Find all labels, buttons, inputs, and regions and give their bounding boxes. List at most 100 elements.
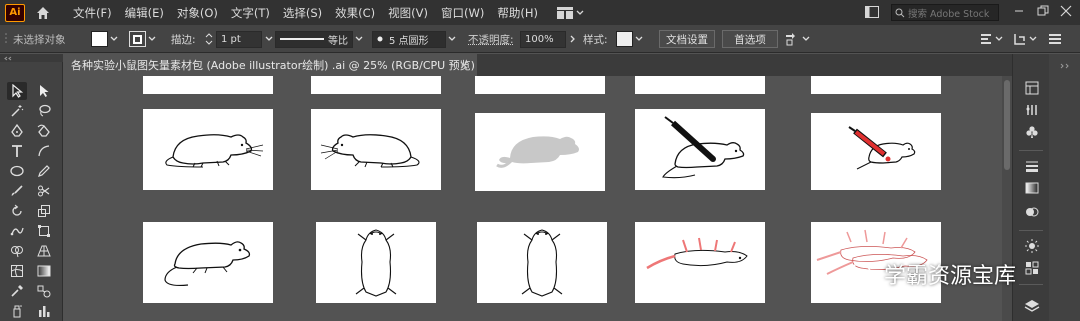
artboard-partial[interactable]	[811, 76, 941, 94]
scale-icon	[38, 205, 50, 217]
align-icon[interactable]	[980, 33, 992, 45]
puppet-warp-tool[interactable]	[7, 222, 27, 240]
eyedropper-icon	[11, 285, 23, 297]
workspace-switcher[interactable]	[556, 6, 584, 19]
menu-effect[interactable]: 效果(C)	[335, 5, 375, 21]
artboard[interactable]	[635, 222, 765, 303]
menu-object[interactable]: 对象(O)	[177, 5, 218, 21]
menu-help[interactable]: 帮助(H)	[497, 5, 538, 21]
symbols-panel-button[interactable]	[1023, 124, 1041, 140]
layers-panel-button[interactable]	[1023, 298, 1041, 314]
search-input[interactable]: 搜索 Adobe Stock	[891, 4, 999, 21]
document-setup-button[interactable]: 文档设置	[659, 30, 715, 48]
blob-brush-tool[interactable]	[7, 182, 27, 200]
stroke-color-dropdown[interactable]	[146, 31, 157, 47]
pen-tool[interactable]	[7, 122, 27, 140]
artboard[interactable]	[143, 222, 273, 303]
menu-select[interactable]: 选择(S)	[283, 5, 322, 21]
libraries-panel-button[interactable]	[1023, 80, 1041, 96]
arrange-documents[interactable]	[785, 25, 810, 53]
artboard[interactable]	[811, 113, 941, 190]
fill-dropdown[interactable]	[108, 31, 119, 47]
gradient-panel-button[interactable]	[1023, 180, 1041, 196]
home-icon[interactable]	[35, 5, 51, 21]
eyedropper-tool[interactable]	[7, 282, 27, 300]
brush-definition[interactable]: 5 点圆形	[372, 30, 446, 48]
preferences-button[interactable]: 首选项	[722, 30, 778, 48]
arc-icon	[38, 145, 50, 157]
column-graph-tool[interactable]	[34, 302, 54, 320]
artboard[interactable]	[311, 109, 441, 190]
panel-menu-icon[interactable]	[1048, 32, 1062, 46]
profile-label: 等比	[328, 35, 348, 47]
artboard-partial[interactable]	[475, 76, 605, 94]
artboard[interactable]	[635, 109, 765, 190]
artboard-partial[interactable]	[143, 76, 273, 94]
stroke-panel-button[interactable]	[1023, 158, 1041, 174]
profile-dropdown[interactable]	[353, 31, 364, 47]
variable-width-profile[interactable]: 等比	[275, 30, 353, 48]
ellipse-tool[interactable]	[7, 162, 27, 180]
gradient-tool[interactable]	[34, 262, 54, 280]
pencil-tool[interactable]	[34, 162, 54, 180]
menu-type[interactable]: 文字(T)	[231, 5, 270, 21]
brushes-panel-button[interactable]	[1023, 102, 1041, 118]
stroke-weight-field[interactable]: 1 pt	[216, 30, 262, 48]
magic-wand-tool[interactable]	[7, 102, 27, 120]
sun-icon	[1025, 239, 1039, 253]
separator	[1019, 230, 1043, 231]
artboard[interactable]	[475, 113, 605, 191]
rotate-icon	[12, 204, 22, 216]
panel-toggle-icon[interactable]	[865, 6, 879, 18]
stroke-weight-dropdown[interactable]	[262, 31, 275, 47]
shape-builder-tool[interactable]	[7, 242, 27, 260]
rotate-tool[interactable]	[7, 202, 27, 220]
document-tab[interactable]: 各种实验小鼠图矢量素材包 (Adobe illustrator绘制) .ai @…	[63, 54, 477, 76]
brush-dropdown[interactable]	[446, 31, 457, 47]
transparency-panel-button[interactable]	[1023, 204, 1041, 220]
lasso-tool[interactable]	[34, 102, 54, 120]
blend-tool[interactable]	[34, 282, 54, 300]
graphic-style-swatch[interactable]	[616, 31, 633, 47]
close-window-icon[interactable]	[1060, 5, 1072, 17]
scrollbar-thumb[interactable]	[1004, 80, 1010, 170]
free-transform-tool[interactable]	[34, 222, 54, 240]
menu-file[interactable]: 文件(F)	[73, 5, 112, 21]
opacity-arrow[interactable]	[566, 31, 580, 47]
artboard-partial[interactable]	[635, 76, 765, 94]
restore-icon[interactable]	[1037, 5, 1049, 17]
graphic-style-dropdown[interactable]	[633, 31, 644, 47]
curvature-tool[interactable]	[34, 122, 54, 140]
minimize-icon[interactable]	[1014, 6, 1024, 16]
direct-selection-tool[interactable]	[34, 82, 54, 100]
symbol-sprayer-tool[interactable]	[7, 302, 27, 320]
fill-swatch[interactable]	[91, 31, 108, 47]
mesh-tool[interactable]	[7, 262, 27, 280]
column-graph-icon	[39, 306, 50, 317]
artboard[interactable]	[143, 109, 273, 190]
collapse-panel-icon[interactable]	[4, 56, 24, 61]
menu-view[interactable]: 视图(V)	[388, 5, 428, 21]
selection-tool[interactable]	[7, 82, 27, 100]
perspective-grid-tool[interactable]	[34, 242, 54, 260]
transform-icon[interactable]	[1013, 32, 1027, 46]
menu-edit[interactable]: 编辑(E)	[125, 5, 164, 21]
artboard[interactable]	[477, 222, 607, 303]
graphic-styles-panel-button[interactable]	[1023, 260, 1041, 276]
line-segment-tool[interactable]	[34, 142, 54, 160]
scale-tool[interactable]	[34, 202, 54, 220]
scissors-tool[interactable]	[34, 182, 54, 200]
expand-panels-button[interactable]	[1057, 58, 1075, 74]
menu-window[interactable]: 窗口(W)	[441, 5, 484, 21]
type-tool[interactable]	[7, 142, 27, 160]
stroke-swatch[interactable]	[129, 31, 146, 47]
opacity-label[interactable]: 不透明度:	[468, 25, 514, 53]
stroke-weight-stepper[interactable]	[204, 31, 214, 47]
opacity-field[interactable]: 100%	[520, 30, 566, 48]
chevron-down-icon	[148, 36, 155, 41]
artboard[interactable]	[316, 222, 436, 303]
artboard-partial[interactable]	[311, 76, 441, 94]
mouse-with-syringe-red	[848, 126, 916, 170]
close-tab-icon[interactable]: ×	[459, 58, 469, 72]
appearance-panel-button[interactable]	[1023, 238, 1041, 254]
